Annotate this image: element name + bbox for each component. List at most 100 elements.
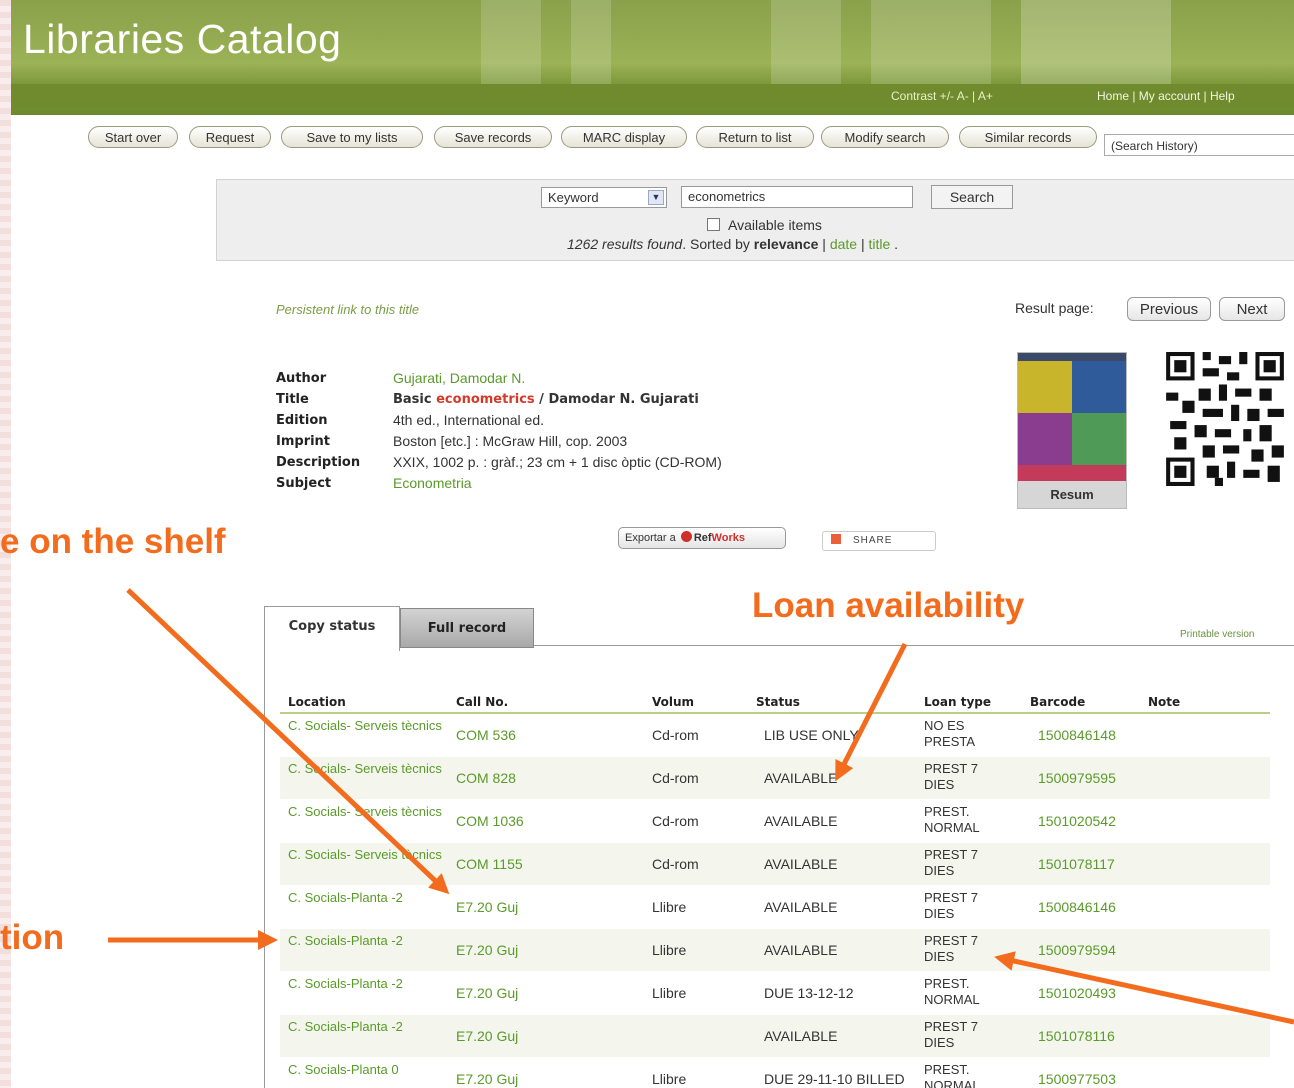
banner-deco — [571, 0, 611, 84]
tab-full-record[interactable]: Full record — [400, 608, 534, 648]
banner-deco — [771, 0, 841, 84]
barcode-link[interactable]: 1500846148 — [1038, 727, 1116, 743]
call-number-link[interactable]: E7.20 Guj — [456, 942, 518, 958]
persistent-link[interactable]: Persistent link to this title — [276, 302, 419, 317]
table-row: C. Socials- Serveis tècnics COM 536 Cd-rom… — [280, 714, 1270, 756]
edition-value: 4th ed., International ed. — [393, 412, 544, 428]
available-items-checkbox[interactable] — [707, 218, 720, 231]
subject-link[interactable]: Econometria — [393, 473, 472, 494]
barcode-link[interactable]: 1500846146 — [1038, 899, 1116, 915]
previous-button[interactable]: Previous — [1127, 297, 1211, 321]
table-row: C. Socials-Planta -2 E7.20 Guj Llibre AVAIL… — [280, 929, 1270, 971]
contrast-controls[interactable]: Contrast +/- A- | A+ — [891, 89, 993, 103]
sort-sep: | — [857, 236, 869, 252]
cover-block — [1072, 413, 1126, 465]
start-over-button[interactable]: Start over — [88, 126, 178, 148]
status-cell: AVAILABLE — [764, 856, 838, 872]
col-header-status: Status — [756, 695, 800, 709]
barcode-link[interactable]: 1500979594 — [1038, 942, 1116, 958]
return-to-list-button[interactable]: Return to list — [696, 126, 814, 148]
loan-type-cell: NO ES PRESTA — [924, 718, 976, 749]
modify-search-button[interactable]: Modify search — [821, 126, 949, 148]
barcode-link[interactable]: 1501020493 — [1038, 985, 1116, 1001]
table-row: C. Socials-Planta -2 E7.20 Guj Llibre AVAIL… — [280, 886, 1270, 928]
call-number-link[interactable]: COM 536 — [456, 727, 516, 743]
similar-records-button[interactable]: Similar records — [959, 126, 1097, 148]
cover-band — [1018, 353, 1126, 361]
loan-type-cell: PREST 7 DIES — [924, 1019, 978, 1050]
call-number-link[interactable]: E7.20 Guj — [456, 899, 518, 915]
location-link[interactable]: C. Socials- Serveis tècnics — [288, 847, 448, 863]
refworks-brand: Works — [711, 532, 745, 544]
share-button[interactable]: SHARE — [822, 531, 936, 551]
sort-end: . — [890, 236, 899, 252]
location-link[interactable]: C. Socials-Planta 0 — [288, 1062, 448, 1078]
sort-date-link[interactable]: date — [830, 236, 857, 252]
sorted-by-label: . Sorted by — [682, 236, 754, 252]
location-link[interactable]: C. Socials- Serveis tècnics — [288, 761, 448, 777]
call-number-link[interactable]: COM 1155 — [456, 856, 523, 872]
author-label: Author — [276, 371, 327, 386]
author-link[interactable]: Gujarati, Damodar N. — [393, 368, 525, 389]
barcode-link[interactable]: 1501020542 — [1038, 813, 1116, 829]
sort-sep: | — [818, 236, 830, 252]
refworks-logo-icon — [680, 531, 692, 542]
barcode-link[interactable]: 1500979595 — [1038, 770, 1116, 786]
volum-cell: Llibre — [652, 899, 687, 915]
status-cell: AVAILABLE — [764, 770, 838, 786]
barcode-link[interactable]: 1500977503 — [1038, 1071, 1116, 1087]
search-panel: Keyword ▼ econometrics Search Available … — [216, 179, 1294, 261]
location-link[interactable]: C. Socials-Planta -2 — [288, 976, 448, 992]
cover-caption[interactable]: Resum — [1018, 481, 1126, 508]
call-number-link[interactable]: E7.20 Guj — [456, 1028, 518, 1044]
tab-copy-status[interactable]: Copy status — [264, 606, 400, 651]
book-cover[interactable]: Resum — [1017, 352, 1127, 509]
search-history-select[interactable]: (Search History) — [1104, 134, 1294, 156]
next-button[interactable]: Next — [1219, 297, 1285, 321]
search-button[interactable]: Search — [931, 185, 1013, 209]
export-refworks-button[interactable]: Exportar a RefWorks — [618, 527, 786, 549]
description-label: Description — [276, 455, 361, 470]
status-cell: DUE 29-11-10 BILLED — [764, 1071, 905, 1087]
barcode-link[interactable]: 1501078117 — [1038, 856, 1115, 872]
available-items-label: Available items — [728, 217, 822, 233]
location-link[interactable]: C. Socials-Planta -2 — [288, 933, 448, 949]
share-icon — [831, 534, 841, 544]
status-cell: DUE 13-12-12 — [764, 985, 854, 1001]
call-number-link[interactable]: E7.20 Guj — [456, 1071, 518, 1087]
top-links[interactable]: Home | My account | Help — [1097, 89, 1235, 103]
call-number-link[interactable]: COM 828 — [456, 770, 516, 786]
call-number-link[interactable]: COM 1036 — [456, 813, 524, 829]
status-cell: LIB USE ONLY — [764, 727, 859, 743]
loan-type-cell: PREST. NORMAL — [924, 1062, 980, 1088]
available-items-filter[interactable]: Available items — [707, 217, 822, 233]
search-input[interactable]: econometrics — [681, 186, 913, 208]
loan-type-cell: PREST. NORMAL — [924, 804, 980, 835]
cover-block — [1072, 361, 1126, 413]
request-button[interactable]: Request — [189, 126, 271, 148]
location-link[interactable]: C. Socials- Serveis tècnics — [288, 804, 448, 820]
printable-version-link[interactable]: Printable version — [1180, 629, 1254, 640]
save-to-lists-button[interactable]: Save to my lists — [281, 126, 423, 148]
search-type-value: Keyword — [548, 190, 599, 205]
imprint-label: Imprint — [276, 434, 331, 449]
table-row: C. Socials-Planta -2 E7.20 Guj AVAILABLE PR… — [280, 1015, 1270, 1057]
chevron-down-icon[interactable]: ▼ — [648, 190, 664, 205]
status-cell: AVAILABLE — [764, 1028, 838, 1044]
barcode-link[interactable]: 1501078116 — [1038, 1028, 1115, 1044]
call-number-link[interactable]: E7.20 Guj — [456, 985, 518, 1001]
search-type-select[interactable]: Keyword ▼ — [541, 187, 667, 208]
edition-label: Edition — [276, 413, 328, 428]
loan-type-cell: PREST 7 DIES — [924, 761, 978, 792]
col-header-loan-type: Loan type — [924, 695, 991, 709]
cover-band — [1018, 465, 1126, 481]
location-link[interactable]: C. Socials-Planta -2 — [288, 890, 448, 906]
volum-cell: Llibre — [652, 985, 687, 1001]
location-link[interactable]: C. Socials-Planta -2 — [288, 1019, 448, 1035]
result-page-nav: Result page: — [1015, 300, 1094, 316]
sort-title-link[interactable]: title — [869, 236, 891, 252]
location-link[interactable]: C. Socials- Serveis tècnics — [288, 718, 448, 734]
marc-display-button[interactable]: MARC display — [561, 126, 687, 148]
table-row: C. Socials-Planta -2 E7.20 Guj Llibre DUE 1… — [280, 972, 1270, 1014]
save-records-button[interactable]: Save records — [434, 126, 552, 148]
